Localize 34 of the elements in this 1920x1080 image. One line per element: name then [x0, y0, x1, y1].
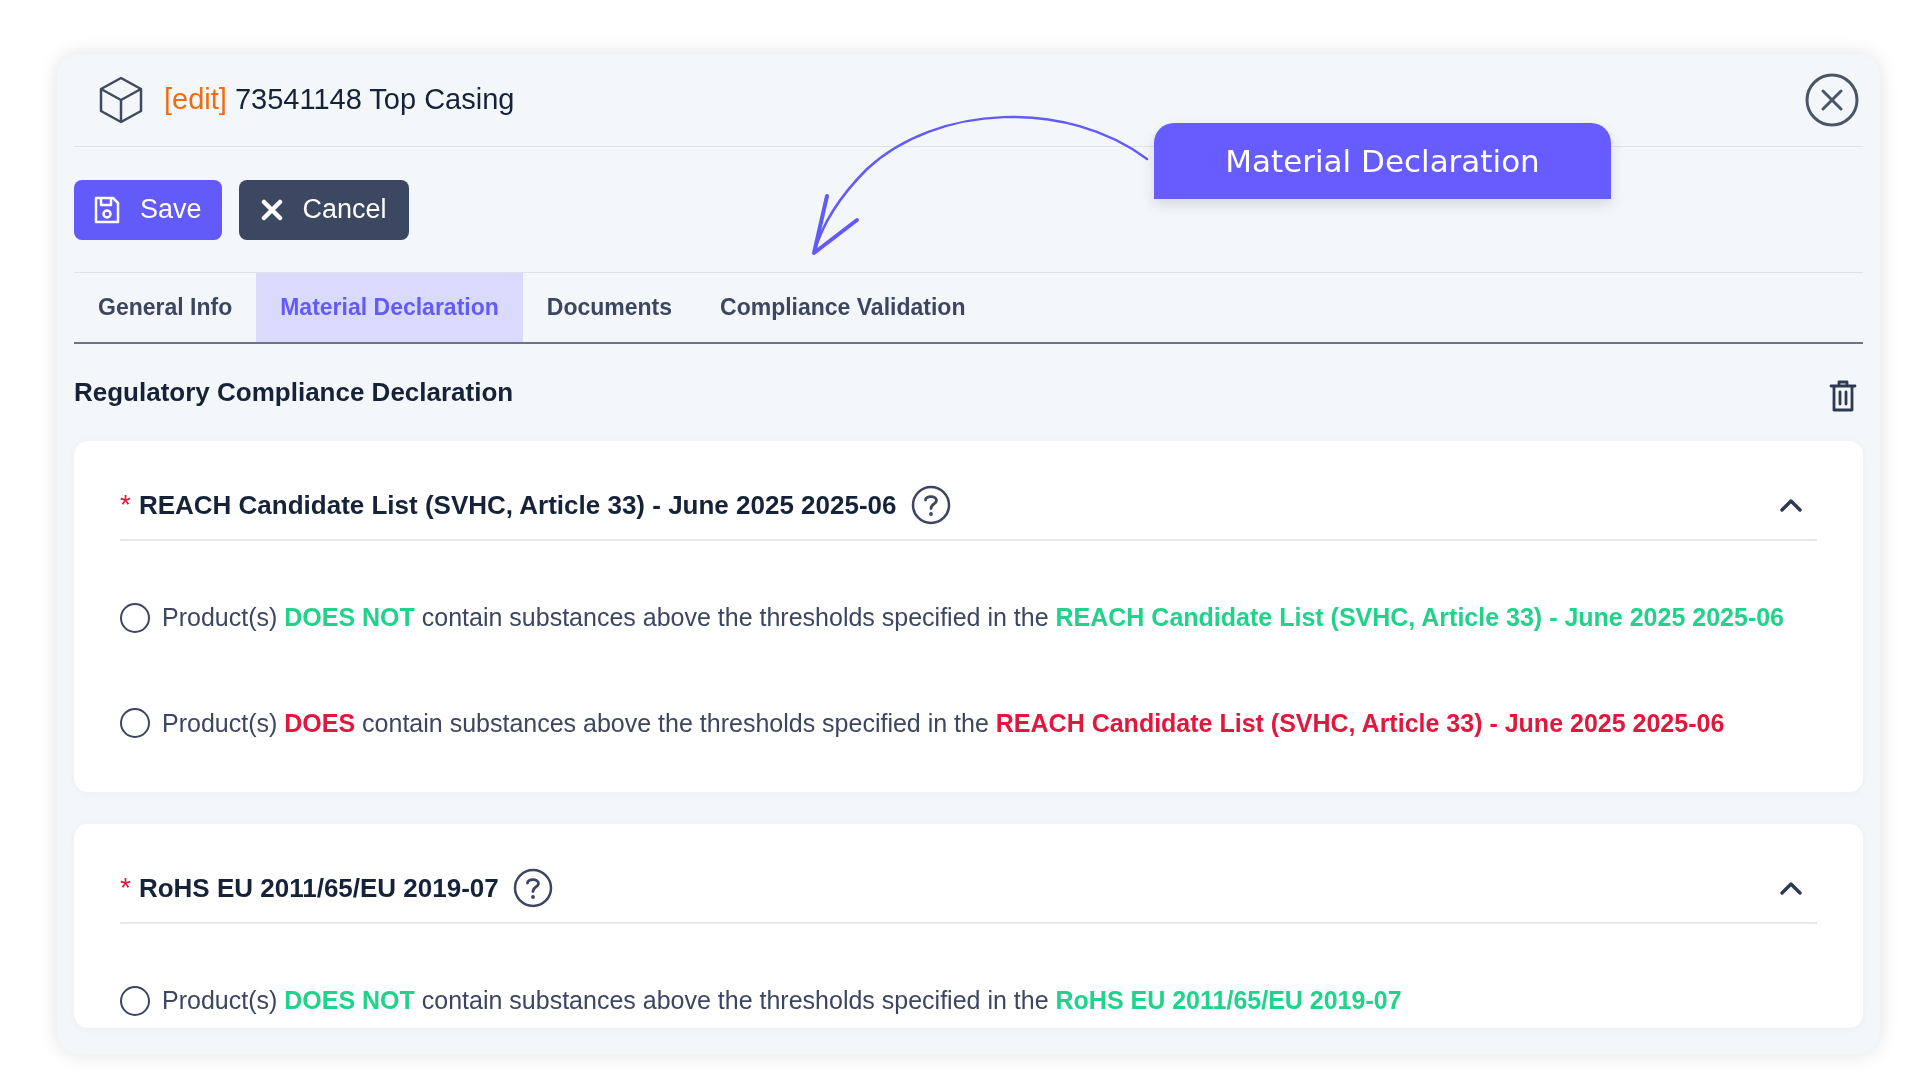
section-heading: Regulatory Compliance Declaration [74, 376, 514, 409]
collapse-button[interactable] [1779, 880, 1803, 896]
close-icon [1805, 73, 1859, 127]
chevron-icon [1779, 497, 1803, 513]
tab[interactable]: Material Declaration [256, 273, 523, 342]
help-icon [910, 485, 951, 525]
radio-button[interactable] [120, 708, 150, 739]
close-icon [260, 198, 283, 221]
radio-button[interactable] [120, 985, 150, 1016]
window-title: [edit] 73541148 Top Casing [164, 82, 515, 118]
declaration-title: REACH Candidate List (SVHC, Article 33) - June 2025 2025-06 [138, 488, 897, 522]
help-icon [512, 868, 553, 908]
cancel-button[interactable]: Cancel [238, 179, 409, 240]
collapse-button[interactable] [1779, 497, 1803, 513]
chevron-icon [1779, 880, 1803, 896]
close-button[interactable] [1805, 73, 1859, 127]
save-icon [94, 195, 120, 224]
save-button[interactable]: Save [74, 179, 222, 240]
radio-button[interactable] [120, 602, 150, 633]
tab[interactable]: General Info [74, 273, 257, 342]
required-marker: * [120, 871, 131, 905]
tab[interactable]: Compliance Validation [696, 273, 990, 342]
help-button[interactable] [910, 485, 951, 525]
option-label: Product(s) DOES contain substances above the thresholds specified in the REACH Candidate List (SVHC, Article 33) - June 2025 2025-06 [162, 707, 1725, 739]
option-label: Product(s) DOES NOT contain substances above the thresholds specified in the REACH Candidate List (SVHC, Article 33) - June 2025 2025-06 [162, 602, 1784, 633]
declaration-title: RoHS EU 2011/65/EU 2019-07 [138, 871, 499, 905]
delete-button[interactable] [1829, 378, 1857, 413]
tab[interactable]: Documents [522, 273, 697, 342]
trash-icon [1829, 378, 1857, 413]
callout-label: Material Declaration [1154, 123, 1611, 199]
help-button[interactable] [512, 868, 553, 908]
option-label: Product(s) DOES NOT contain substances above the thresholds specified in the RoHS EU 2011/65/EU 2019-07 [162, 985, 1402, 1016]
cube-icon [98, 75, 144, 125]
required-marker: * [120, 488, 131, 522]
